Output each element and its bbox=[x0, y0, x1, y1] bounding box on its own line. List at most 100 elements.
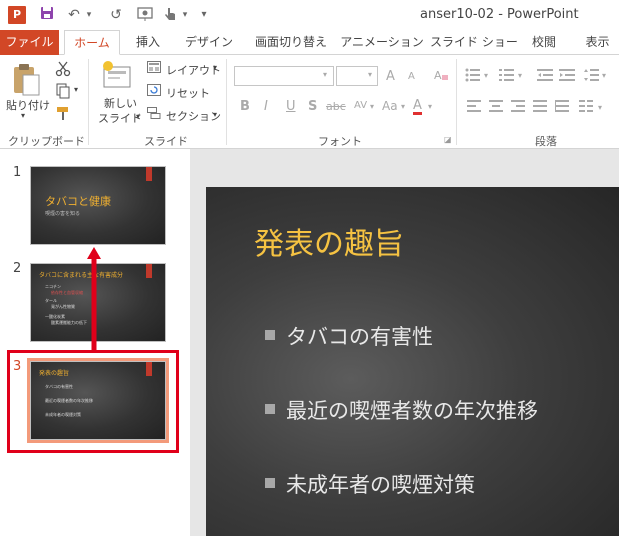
paste-label[interactable]: 貼り付け bbox=[6, 97, 50, 113]
font-dialog-launcher-icon[interactable]: ◪ bbox=[444, 135, 452, 144]
accent-mark bbox=[146, 362, 152, 376]
group-separator bbox=[226, 59, 227, 145]
bullet-square-icon bbox=[265, 404, 275, 414]
change-case-button[interactable]: Aa bbox=[382, 99, 398, 113]
align-right-icon[interactable] bbox=[510, 100, 526, 117]
paste-icon[interactable] bbox=[10, 61, 44, 97]
slide-bullet-2[interactable]: 最近の喫煙者数の年次推移 bbox=[265, 395, 538, 425]
increase-indent-icon[interactable] bbox=[558, 68, 576, 87]
paste-dropdown-icon[interactable]: ▾ bbox=[21, 111, 25, 120]
copy-icon[interactable] bbox=[54, 83, 72, 104]
clear-formatting-icon[interactable]: A bbox=[432, 68, 450, 87]
tab-slideshow[interactable]: スライド ショー bbox=[430, 30, 518, 55]
font-size-dropdown-icon[interactable]: ▾ bbox=[368, 70, 372, 79]
thumbnail-line: 酸素運搬能力の低下 bbox=[51, 320, 87, 325]
thumbnail-subtitle: 喫煙の害を知る bbox=[45, 211, 81, 217]
thumbnail-number: 3 bbox=[13, 359, 22, 374]
accent-mark bbox=[146, 167, 152, 181]
distributed-icon[interactable] bbox=[554, 100, 570, 117]
copy-dropdown-icon[interactable]: ▾ bbox=[74, 85, 78, 94]
svg-text:A: A bbox=[434, 69, 442, 82]
new-slide-icon[interactable] bbox=[100, 59, 134, 93]
bullets-icon[interactable] bbox=[464, 68, 482, 87]
strikethrough-button[interactable]: abc bbox=[326, 100, 346, 113]
thumbnail-line: 未成年者の喫煙対策 bbox=[45, 412, 81, 417]
numbering-dropdown-icon[interactable]: ▾ bbox=[518, 71, 522, 80]
layout-icon[interactable] bbox=[146, 61, 162, 78]
reset-label[interactable]: リセット bbox=[166, 85, 210, 101]
font-color-dropdown-icon[interactable]: ▾ bbox=[428, 102, 432, 111]
bullets-dropdown-icon[interactable]: ▾ bbox=[484, 71, 488, 80]
italic-button[interactable]: I bbox=[264, 99, 268, 114]
justify-icon[interactable] bbox=[532, 100, 548, 117]
decrease-indent-icon[interactable] bbox=[536, 68, 554, 87]
tab-review[interactable]: 校閲 bbox=[522, 30, 566, 55]
accent-mark bbox=[146, 264, 152, 278]
align-left-icon[interactable] bbox=[466, 100, 482, 117]
grow-font-button[interactable]: A bbox=[386, 69, 395, 84]
tab-transitions[interactable]: 画面切り替え bbox=[248, 30, 334, 55]
shrink-font-button[interactable]: A bbox=[408, 71, 415, 82]
clipboard-group-label: クリップボード bbox=[8, 135, 85, 148]
cut-icon[interactable] bbox=[54, 61, 72, 82]
reset-icon[interactable] bbox=[146, 84, 162, 101]
thumbnail-title: タバコと健康 bbox=[45, 195, 111, 208]
character-spacing-button[interactable]: AV bbox=[354, 100, 367, 111]
tab-file[interactable]: ファイル bbox=[0, 30, 59, 55]
undo-dropdown-icon[interactable]: ▾ bbox=[84, 6, 94, 24]
thumbnail-title: 発表の趣旨 bbox=[39, 370, 70, 377]
ribbon-tabs: ファイル ホーム 挿入 デザイン 画面切り替え アニメーション スライド ショー… bbox=[0, 30, 619, 55]
line-spacing-dropdown-icon[interactable]: ▾ bbox=[602, 71, 606, 80]
align-center-icon[interactable] bbox=[488, 100, 504, 117]
slide-bullet-1[interactable]: タバコの有害性 bbox=[265, 321, 433, 351]
new-slide-label[interactable]: 新しい bbox=[104, 95, 137, 111]
tab-design[interactable]: デザイン bbox=[178, 30, 240, 55]
line-spacing-icon[interactable] bbox=[582, 68, 600, 87]
customize-qat-icon[interactable]: ▾ bbox=[198, 6, 210, 24]
touch-mode-icon[interactable] bbox=[160, 6, 180, 24]
font-color-button[interactable]: A bbox=[413, 99, 422, 115]
ribbon-home: 貼り付け ▾ ▾ クリップボード 新しい スライド ▾ レイアウト ▾ リセット… bbox=[0, 55, 619, 149]
tab-view[interactable]: 表示 bbox=[576, 30, 619, 55]
columns-icon[interactable] bbox=[578, 100, 594, 117]
save-icon[interactable] bbox=[38, 6, 56, 24]
redo-icon[interactable]: ↺ bbox=[108, 6, 124, 24]
numbering-icon[interactable] bbox=[498, 68, 516, 87]
shadow-button[interactable]: S bbox=[308, 99, 317, 114]
thumbnail-line: 最近の喫煙者数の年次推移 bbox=[45, 398, 93, 403]
slide-bullet-3[interactable]: 未成年者の喫煙対策 bbox=[265, 469, 475, 499]
tab-animations[interactable]: アニメーション bbox=[340, 30, 424, 55]
tab-home[interactable]: ホーム bbox=[64, 30, 120, 55]
title-bar: P ↶ ▾ ↺ ▾ ▾ anser10-02 - PowerPoint bbox=[0, 0, 619, 30]
thumbnail-title: タバコに含まれる主な有害成分 bbox=[39, 272, 124, 279]
group-separator bbox=[456, 59, 457, 145]
thumbnail-number: 2 bbox=[13, 261, 22, 276]
format-painter-icon[interactable] bbox=[54, 105, 72, 126]
section-dropdown-icon[interactable]: ▾ bbox=[213, 110, 217, 119]
powerpoint-logo-icon: P bbox=[8, 6, 26, 24]
font-name-select[interactable] bbox=[234, 66, 334, 86]
columns-dropdown-icon[interactable]: ▾ bbox=[598, 103, 602, 112]
layout-dropdown-icon[interactable]: ▾ bbox=[213, 63, 217, 72]
paragraph-group-label: 段落 bbox=[535, 135, 557, 148]
from-beginning-icon[interactable] bbox=[136, 6, 156, 24]
undo-icon[interactable]: ↶ bbox=[66, 6, 82, 24]
bullet-text: 最近の喫煙者数の年次推移 bbox=[286, 399, 538, 423]
slide-title[interactable]: 発表の趣旨 bbox=[254, 219, 404, 263]
case-dropdown-icon[interactable]: ▾ bbox=[401, 102, 405, 111]
thumbnail-number: 1 bbox=[13, 165, 22, 180]
slide-thumbnail-3[interactable]: 発表の趣旨 タバコの有害性 最近の喫煙者数の年次推移 未成年者の喫煙対策 bbox=[27, 358, 169, 443]
slide-thumbnail-1[interactable]: タバコと健康 喫煙の害を知る bbox=[30, 166, 166, 245]
section-icon[interactable] bbox=[146, 107, 162, 124]
bold-button[interactable]: B bbox=[240, 99, 250, 114]
new-slide-dropdown-icon[interactable]: ▾ bbox=[136, 112, 140, 121]
touch-dropdown-icon[interactable]: ▾ bbox=[180, 6, 190, 24]
current-slide[interactable]: 発表の趣旨 タバコの有害性 最近の喫煙者数の年次推移 未成年者の喫煙対策 bbox=[206, 187, 619, 536]
spacing-dropdown-icon[interactable]: ▾ bbox=[370, 102, 374, 111]
bullet-square-icon bbox=[265, 478, 275, 488]
group-separator bbox=[88, 59, 89, 145]
font-name-dropdown-icon[interactable]: ▾ bbox=[323, 70, 327, 79]
underline-button[interactable]: U bbox=[286, 99, 296, 114]
bullet-text: タバコの有害性 bbox=[286, 325, 433, 349]
tab-insert[interactable]: 挿入 bbox=[126, 30, 170, 55]
